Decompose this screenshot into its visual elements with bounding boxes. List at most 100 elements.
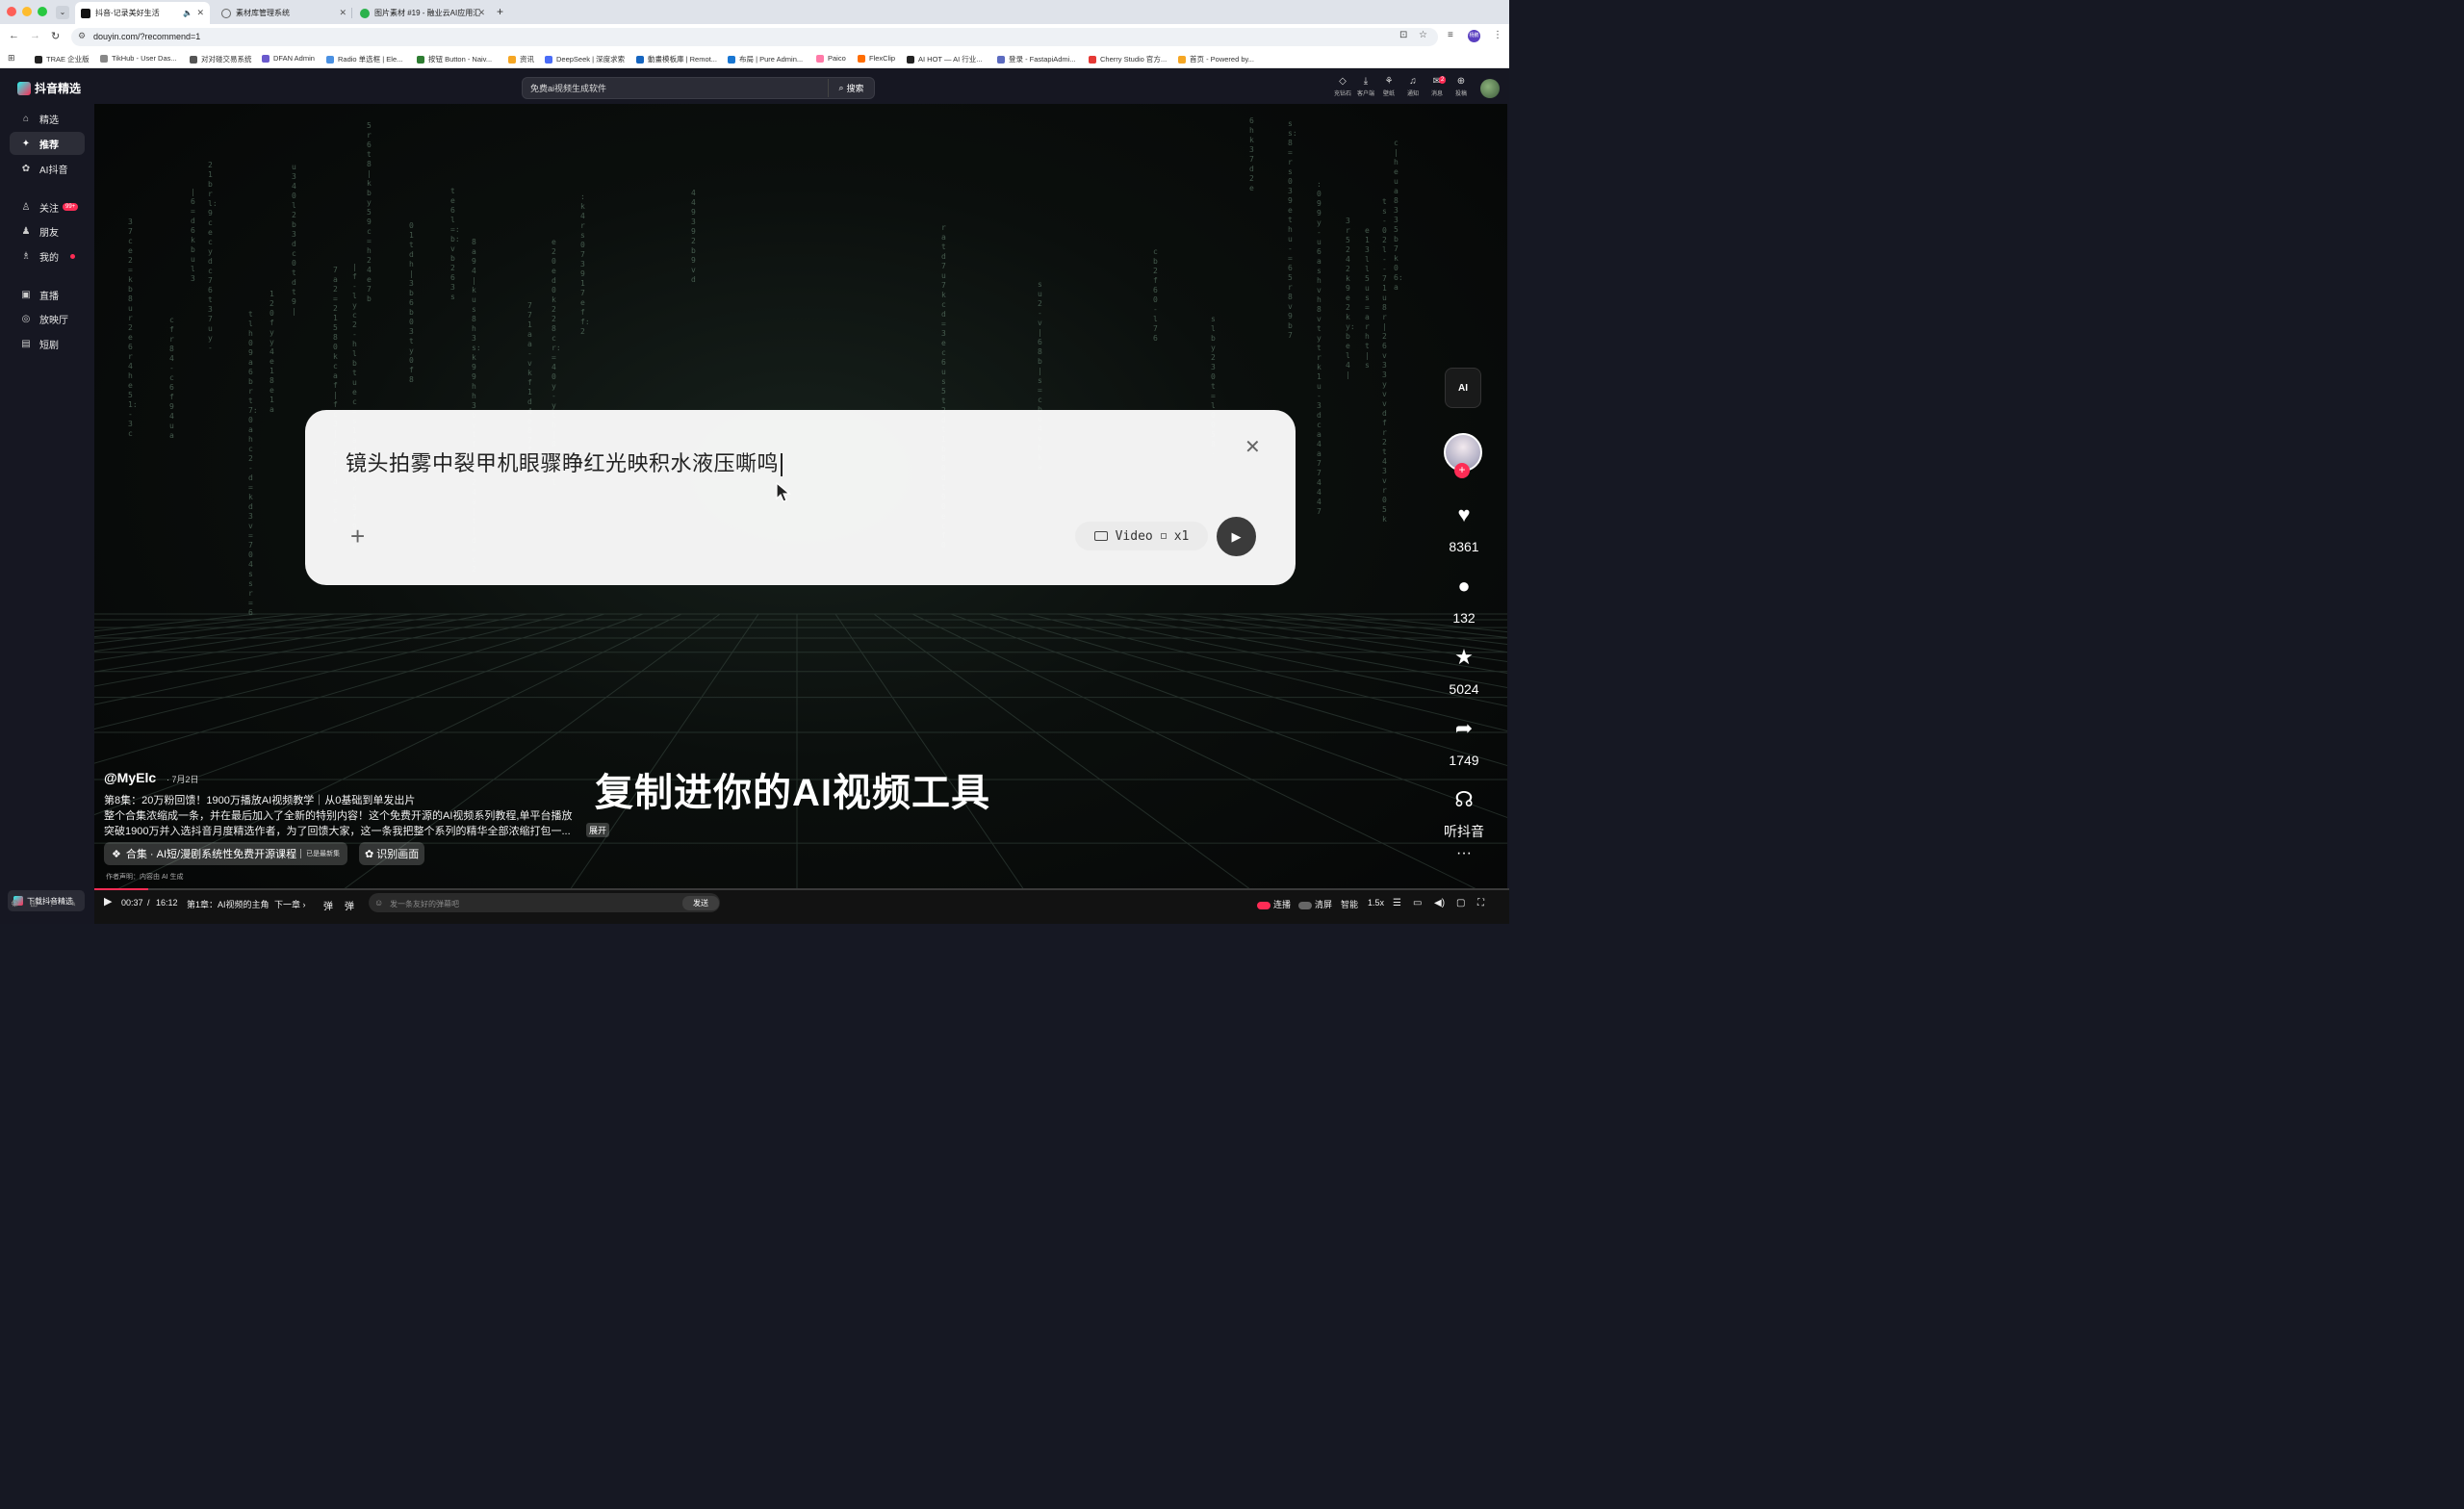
- sidebar-item-drama[interactable]: ▤ 短剧: [10, 332, 85, 355]
- feedback-icon[interactable]: ✎: [68, 899, 76, 909]
- reload-icon[interactable]: ↻: [51, 30, 60, 42]
- top-notify-button[interactable]: ♫ 通知: [1400, 76, 1425, 97]
- close-icon[interactable]: ✕: [1245, 435, 1261, 459]
- minimize-window-button[interactable]: [22, 7, 32, 16]
- playlist-icon[interactable]: ☰: [1393, 898, 1401, 908]
- sidebar-item-featured[interactable]: ⌂ 精选: [10, 107, 85, 130]
- follow-plus-button[interactable]: +: [1454, 463, 1470, 478]
- app-logo[interactable]: 抖音精选: [17, 80, 81, 96]
- autoplay-toggle[interactable]: 连播: [1257, 898, 1291, 910]
- headphones-icon[interactable]: ☊: [1446, 787, 1482, 812]
- clear-screen-toggle[interactable]: 清屏: [1298, 898, 1332, 910]
- heart-icon[interactable]: ♥: [1446, 502, 1482, 527]
- top-message-button[interactable]: ✉ 消息: [1424, 76, 1450, 97]
- search-button[interactable]: ⌕ 搜索: [828, 79, 874, 97]
- sidebar-item-ai-douyin[interactable]: ✿ AI抖音: [10, 157, 85, 180]
- comment-icon[interactable]: ●: [1446, 574, 1482, 599]
- speaker-icon[interactable]: 🔈: [183, 9, 192, 17]
- collection-button[interactable]: ❖ 合集 · AI短/漫剧系统性免费开源课程 已是最新集: [104, 842, 348, 865]
- help-icon[interactable]: ?: [49, 899, 55, 909]
- sidebar-item-cinema[interactable]: ◎ 放映厅: [10, 307, 85, 330]
- address-bar[interactable]: [71, 28, 1438, 46]
- fullscreen-icon[interactable]: ⛶: [1477, 898, 1484, 908]
- danmaku-toggle-icon[interactable]: 弹: [323, 898, 333, 912]
- video-player[interactable]: 37ce2=kb8ur2e6r4he51:-3c cfr84-c6f94ua |6=…: [94, 104, 1507, 924]
- profile-avatar[interactable]: 杨鹏: [1468, 30, 1480, 42]
- volume-icon[interactable]: ◀): [1434, 898, 1445, 908]
- back-icon[interactable]: ←: [9, 30, 19, 41]
- star-icon[interactable]: ★: [1446, 645, 1482, 670]
- author-name[interactable]: @MyElc: [104, 770, 156, 785]
- danmaku-settings-icon[interactable]: 弹: [345, 898, 354, 912]
- bookmark-item[interactable]: 资讯: [508, 54, 534, 64]
- sidebar-item-live[interactable]: ▣ 直播: [10, 283, 85, 306]
- sidebar-item-follow[interactable]: ♙ 关注 99+: [10, 195, 85, 218]
- emoji-icon[interactable]: ☺: [374, 898, 383, 908]
- quality-button[interactable]: 智能: [1341, 898, 1358, 910]
- tab-image-assets[interactable]: 图片素材 #19 - 融业云AI应用汇 ✕: [354, 2, 491, 24]
- top-client-button[interactable]: ⤓ 客户端: [1353, 76, 1378, 97]
- bookmark-item[interactable]: DFAN Admin: [262, 54, 315, 63]
- tab-list-chevron-icon[interactable]: ⌄: [56, 6, 69, 19]
- generate-play-button[interactable]: ▶: [1217, 517, 1256, 556]
- bookmark-item[interactable]: AI HOT — AI 行业...: [907, 54, 983, 64]
- add-icon[interactable]: +: [350, 522, 365, 551]
- settings-icon[interactable]: ⚙: [11, 899, 19, 909]
- tab-close-icon[interactable]: ✕: [339, 8, 346, 18]
- user-avatar[interactable]: [1480, 79, 1500, 98]
- bookmark-item[interactable]: TRAE 企业版: [35, 54, 90, 64]
- bookmark-item[interactable]: 動畫模板庫 | Remot...: [636, 54, 717, 64]
- tab-title: 图片素材 #19 - 融业云AI应用汇: [374, 9, 481, 17]
- maximize-window-button[interactable]: [38, 7, 47, 16]
- prompt-input[interactable]: 镜头拍雾中裂甲机眼骤睁红光映积水液压嘶鸣: [346, 447, 783, 477]
- bookmark-item[interactable]: DeepSeek | 深度求索: [545, 54, 625, 64]
- bookmark-item[interactable]: 对对碰交易系统: [190, 54, 252, 64]
- search-input[interactable]: 免费ai视频生成软件: [530, 82, 606, 94]
- bookmark-item[interactable]: Cherry Studio 官方...: [1089, 54, 1167, 64]
- progress-bar[interactable]: [94, 888, 1509, 890]
- sidebar-item-mine[interactable]: ♗ 我的: [10, 244, 85, 268]
- share-icon[interactable]: ➦: [1446, 716, 1482, 741]
- forward-icon[interactable]: →: [30, 30, 40, 41]
- sidebar-item-recommend[interactable]: ✦ 推荐: [10, 132, 85, 155]
- next-chapter-button[interactable]: 下一章 ›: [274, 898, 306, 910]
- sidebar-item-friends[interactable]: ♟ 朋友: [10, 219, 85, 243]
- tab-douyin[interactable]: 抖音-记录美好生活 🔈 ✕: [75, 2, 210, 24]
- new-tab-button[interactable]: +: [497, 5, 503, 18]
- bookmark-item[interactable]: Radio 单选框 | Ele...: [326, 54, 402, 64]
- apps-grid-icon[interactable]: ⊞: [8, 53, 15, 64]
- grid-icon[interactable]: ⊞: [30, 899, 38, 909]
- play-pause-icon[interactable]: ▶: [104, 895, 112, 908]
- bookmark-star-icon[interactable]: ☆: [1419, 30, 1427, 40]
- close-window-button[interactable]: [7, 7, 16, 16]
- bookmark-item[interactable]: FlexClip: [858, 54, 895, 63]
- top-diamond-button[interactable]: ◇ 充钻石: [1330, 76, 1355, 97]
- top-upload-button[interactable]: ⊕ 投稿: [1449, 76, 1474, 97]
- top-wallpaper-button[interactable]: ⚘ 壁纸: [1376, 76, 1401, 97]
- send-button[interactable]: 发送: [682, 896, 719, 910]
- more-icon[interactable]: ···: [1446, 845, 1482, 862]
- media-controls-icon[interactable]: ≡: [1448, 30, 1453, 40]
- mode-pill[interactable]: Video x1: [1075, 522, 1208, 550]
- bookmark-item[interactable]: 按钮 Button - Naiv...: [417, 54, 492, 64]
- pip-icon[interactable]: ▭: [1413, 898, 1422, 908]
- bookmark-item[interactable]: TikHub - User Das...: [100, 54, 177, 63]
- speed-button[interactable]: 1.5x: [1368, 898, 1384, 908]
- chapter-title[interactable]: 第1章：AI视频的主角: [187, 898, 270, 910]
- danmaku-input[interactable]: 发一条友好的弹幕吧: [390, 899, 459, 909]
- url-text[interactable]: douyin.com/?recommend=1: [93, 32, 200, 41]
- site-info-icon[interactable]: ⚙: [78, 31, 86, 41]
- webscreen-icon[interactable]: ▢: [1456, 898, 1465, 908]
- tab-close-icon[interactable]: ✕: [196, 8, 204, 18]
- install-app-icon[interactable]: ⊡: [1399, 30, 1407, 40]
- tab-close-icon[interactable]: ✕: [477, 8, 485, 18]
- ai-button[interactable]: AI: [1445, 368, 1481, 408]
- bookmark-item[interactable]: Paico: [816, 54, 846, 63]
- tab-material-library[interactable]: 素材库管理系统 ✕: [216, 2, 352, 24]
- bookmark-item[interactable]: 布局 | Pure Admin...: [728, 54, 803, 64]
- expand-button[interactable]: 展开: [586, 823, 610, 837]
- more-menu-icon[interactable]: ⋮: [1493, 30, 1502, 40]
- bookmark-item[interactable]: 登录 - FastapiAdmi...: [997, 54, 1076, 64]
- bookmark-item[interactable]: 首页 - Powered by...: [1178, 54, 1254, 64]
- identify-frame-button[interactable]: ✿ 识别画面: [359, 842, 425, 865]
